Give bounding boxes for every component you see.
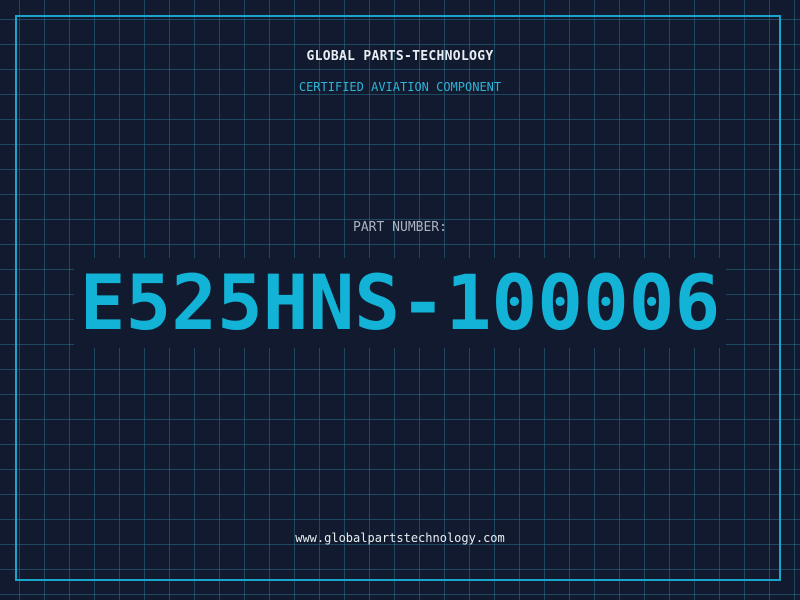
company-name: GLOBAL PARTS-TECHNOLOGY bbox=[306, 49, 494, 64]
part-label-card: GLOBAL PARTS-TECHNOLOGY CERTIFIED AVIATI… bbox=[0, 0, 800, 600]
part-number-value-wrapper: E525HNS-100006 bbox=[0, 258, 800, 348]
part-number-label: PART NUMBER: bbox=[353, 220, 447, 235]
certification-subtitle: CERTIFIED AVIATION COMPONENT bbox=[298, 80, 502, 94]
part-number-value: E525HNS-100006 bbox=[73, 258, 727, 348]
website-url: www.globalpartstechnology.com bbox=[295, 531, 505, 545]
